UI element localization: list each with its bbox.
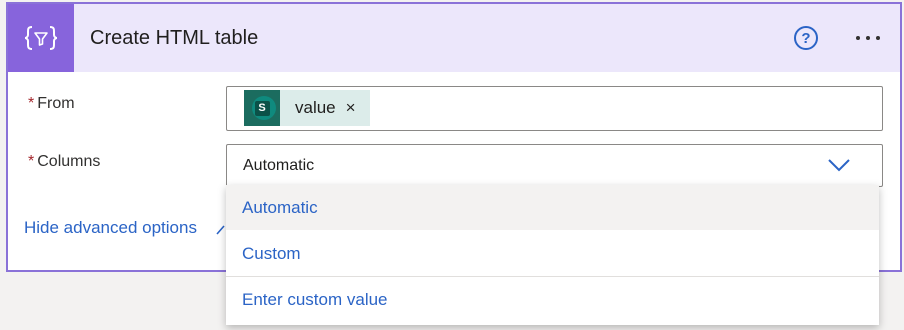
token-label: value <box>295 98 336 117</box>
chevron-up-icon[interactable] <box>216 222 226 236</box>
option-enter-custom-value[interactable]: Enter custom value <box>226 277 879 322</box>
more-options-icon[interactable] <box>846 26 890 50</box>
hide-advanced-options-link[interactable]: Hide advanced options <box>24 218 197 238</box>
option-automatic[interactable]: Automatic <box>226 185 879 230</box>
required-mark: * <box>28 153 35 170</box>
remove-token-icon[interactable]: × <box>346 98 356 118</box>
columns-dropdown-list: Automatic Custom Enter custom value <box>226 185 879 325</box>
chevron-down-icon[interactable] <box>827 157 851 173</box>
columns-select[interactable]: Automatic <box>226 144 883 187</box>
required-mark: * <box>28 95 35 112</box>
from-label: * From <box>28 95 75 113</box>
sharepoint-letter: S <box>254 100 270 116</box>
columns-label: * Columns <box>28 153 100 171</box>
from-label-text: From <box>37 95 75 112</box>
columns-selected-value: Automatic <box>243 157 315 174</box>
dynamic-content-token[interactable]: S value × <box>244 90 370 126</box>
action-title: Create HTML table <box>90 27 259 49</box>
from-input[interactable]: S value × <box>226 86 883 131</box>
help-button[interactable]: ? <box>794 26 818 50</box>
data-operation-icon <box>8 4 74 72</box>
columns-label-text: Columns <box>37 153 101 170</box>
sharepoint-icon: S <box>244 90 280 126</box>
option-custom[interactable]: Custom <box>226 231 879 276</box>
card-header[interactable]: Create HTML table ? <box>8 4 900 72</box>
